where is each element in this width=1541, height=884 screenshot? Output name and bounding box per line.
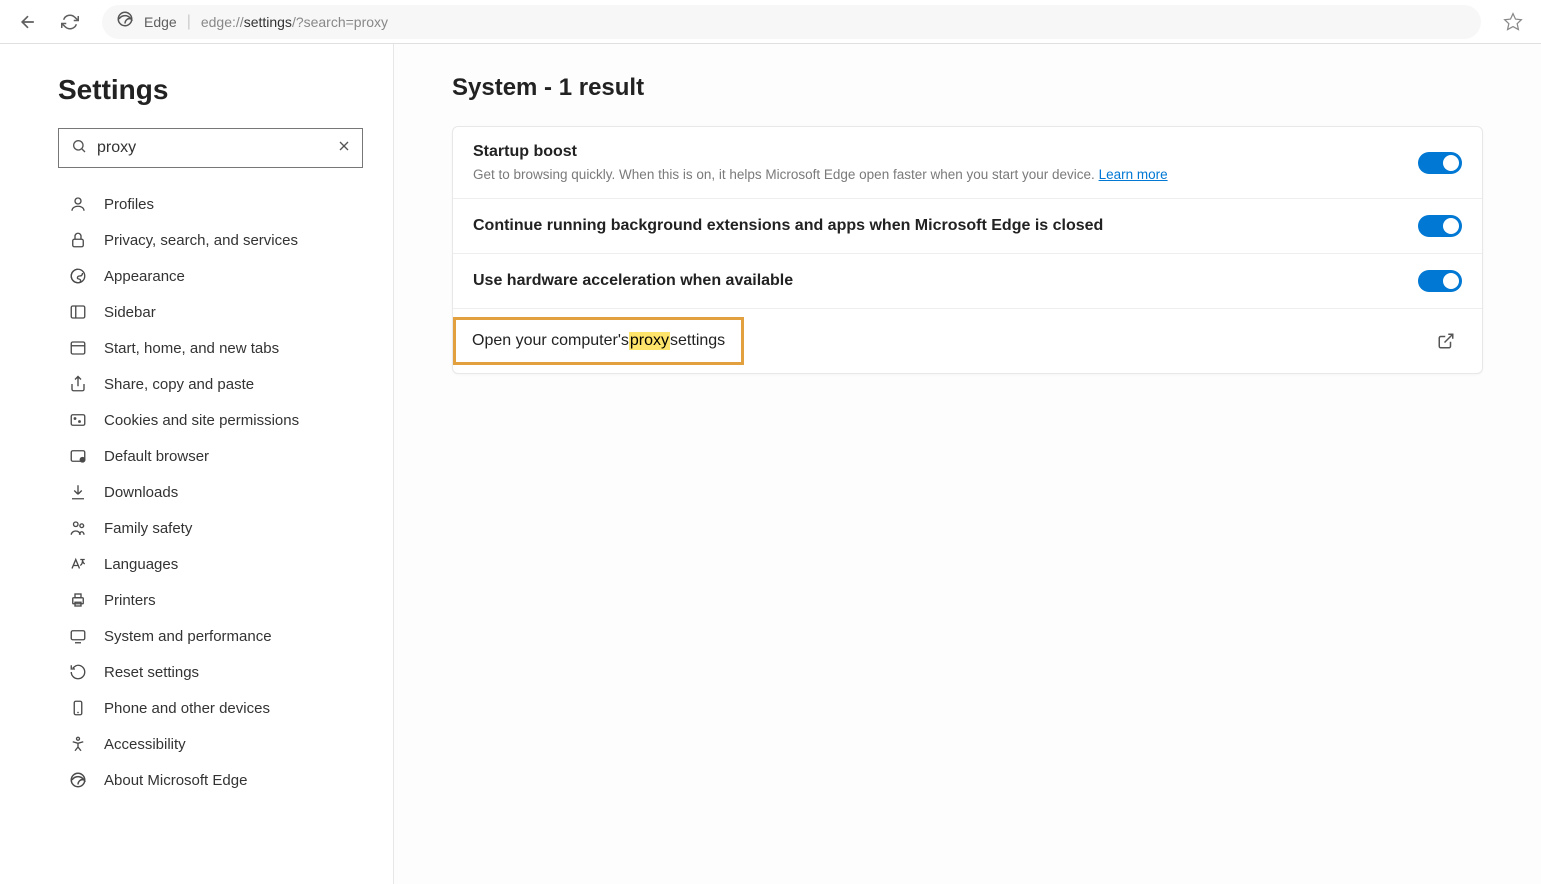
languages-icon <box>68 554 88 574</box>
about-icon <box>68 770 88 790</box>
start-icon <box>68 338 88 358</box>
background-apps-toggle[interactable] <box>1418 215 1462 237</box>
cookies-icon <box>68 410 88 430</box>
edge-icon <box>116 10 134 33</box>
startup-boost-desc: Get to browsing quickly. When this is on… <box>473 167 1418 182</box>
sidebar-item-label: Phone and other devices <box>104 700 270 717</box>
refresh-button[interactable] <box>52 4 88 40</box>
browser-toolbar: Edge | edge://settings/?search=proxy <box>0 0 1541 44</box>
sidebar-item-label: Sidebar <box>104 304 156 321</box>
sidebar-item-label: Family safety <box>104 520 192 537</box>
favorite-button[interactable] <box>1495 4 1531 40</box>
sidebar-item-label: Start, home, and new tabs <box>104 340 279 357</box>
proxy-settings-row[interactable]: Open your computer's proxy settings <box>453 309 1482 373</box>
appearance-icon <box>68 266 88 286</box>
sidebar-item-reset[interactable]: Reset settings <box>58 654 363 690</box>
phone-icon <box>68 698 88 718</box>
hardware-accel-title: Use hardware acceleration when available <box>473 272 1418 290</box>
sidebar-item-phone[interactable]: Phone and other devices <box>58 690 363 726</box>
sidebar-item-about[interactable]: About Microsoft Edge <box>58 762 363 798</box>
sidebar-item-label: Appearance <box>104 268 185 285</box>
learn-more-link[interactable]: Learn more <box>1099 167 1168 182</box>
sidebar-item-label: Profiles <box>104 196 154 213</box>
clear-search-icon[interactable] <box>336 138 352 159</box>
sidebar-item-label: Privacy, search, and services <box>104 232 298 249</box>
sidebar-item-label: Accessibility <box>104 736 186 753</box>
sidebar-item-label: Downloads <box>104 484 178 501</box>
settings-main: System - 1 result Startup boost Get to b… <box>394 44 1541 884</box>
settings-card: Startup boost Get to browsing quickly. W… <box>452 126 1483 374</box>
address-bar[interactable]: Edge | edge://settings/?search=proxy <box>102 5 1481 39</box>
family-icon <box>68 518 88 538</box>
sidebar-item-label: Printers <box>104 592 156 609</box>
sidebar-item-appearance[interactable]: Appearance <box>58 258 363 294</box>
downloads-icon <box>68 482 88 502</box>
sidebar-item-languages[interactable]: Languages <box>58 546 363 582</box>
background-apps-title: Continue running background extensions a… <box>473 217 1418 235</box>
sidebar-item-share[interactable]: Share, copy and paste <box>58 366 363 402</box>
sidebar-item-label: Languages <box>104 556 178 573</box>
settings-heading: Settings <box>58 74 363 106</box>
printers-icon <box>68 590 88 610</box>
search-icon <box>71 138 87 159</box>
sidebar-item-profiles[interactable]: Profiles <box>58 186 363 222</box>
sidebar-item-default-browser[interactable]: Default browser <box>58 438 363 474</box>
settings-nav: Profiles Privacy, search, and services App… <box>58 186 363 798</box>
page-title: System - 1 result <box>452 74 1483 102</box>
reset-icon <box>68 662 88 682</box>
hardware-accel-toggle[interactable] <box>1418 270 1462 292</box>
startup-boost-row: Startup boost Get to browsing quickly. W… <box>453 127 1482 199</box>
sidebar-item-start[interactable]: Start, home, and new tabs <box>58 330 363 366</box>
sidebar-item-accessibility[interactable]: Accessibility <box>58 726 363 762</box>
sidebar-item-label: About Microsoft Edge <box>104 772 247 789</box>
profiles-icon <box>68 194 88 214</box>
sidebar-item-label: Share, copy and paste <box>104 376 254 393</box>
sidebar-item-system[interactable]: System and performance <box>58 618 363 654</box>
settings-sidebar: Settings Profiles Privacy, search, and se… <box>0 44 394 884</box>
address-url: edge://settings/?search=proxy <box>201 14 388 30</box>
back-button[interactable] <box>10 4 46 40</box>
external-link-icon[interactable] <box>1430 325 1462 357</box>
hardware-accel-row: Use hardware acceleration when available <box>453 254 1482 309</box>
share-icon <box>68 374 88 394</box>
startup-boost-toggle[interactable] <box>1418 152 1462 174</box>
proxy-settings-label: Open your computer's proxy settings <box>453 317 744 365</box>
search-input[interactable] <box>97 139 326 157</box>
privacy-icon <box>68 230 88 250</box>
accessibility-icon <box>68 734 88 754</box>
address-domain: Edge <box>144 14 177 30</box>
sidebar-item-label: Reset settings <box>104 664 199 681</box>
sidebar-item-cookies[interactable]: Cookies and site permissions <box>58 402 363 438</box>
sidebar-item-label: System and performance <box>104 628 272 645</box>
default-browser-icon <box>68 446 88 466</box>
sidebar-item-privacy[interactable]: Privacy, search, and services <box>58 222 363 258</box>
sidebar-item-label: Default browser <box>104 448 209 465</box>
sidebar-item-family[interactable]: Family safety <box>58 510 363 546</box>
background-apps-row: Continue running background extensions a… <box>453 199 1482 254</box>
sidebar-icon <box>68 302 88 322</box>
system-icon <box>68 626 88 646</box>
settings-search[interactable] <box>58 128 363 168</box>
sidebar-item-printers[interactable]: Printers <box>58 582 363 618</box>
sidebar-item-sidebar[interactable]: Sidebar <box>58 294 363 330</box>
sidebar-item-downloads[interactable]: Downloads <box>58 474 363 510</box>
sidebar-item-label: Cookies and site permissions <box>104 412 299 429</box>
startup-boost-title: Startup boost <box>473 143 1418 161</box>
